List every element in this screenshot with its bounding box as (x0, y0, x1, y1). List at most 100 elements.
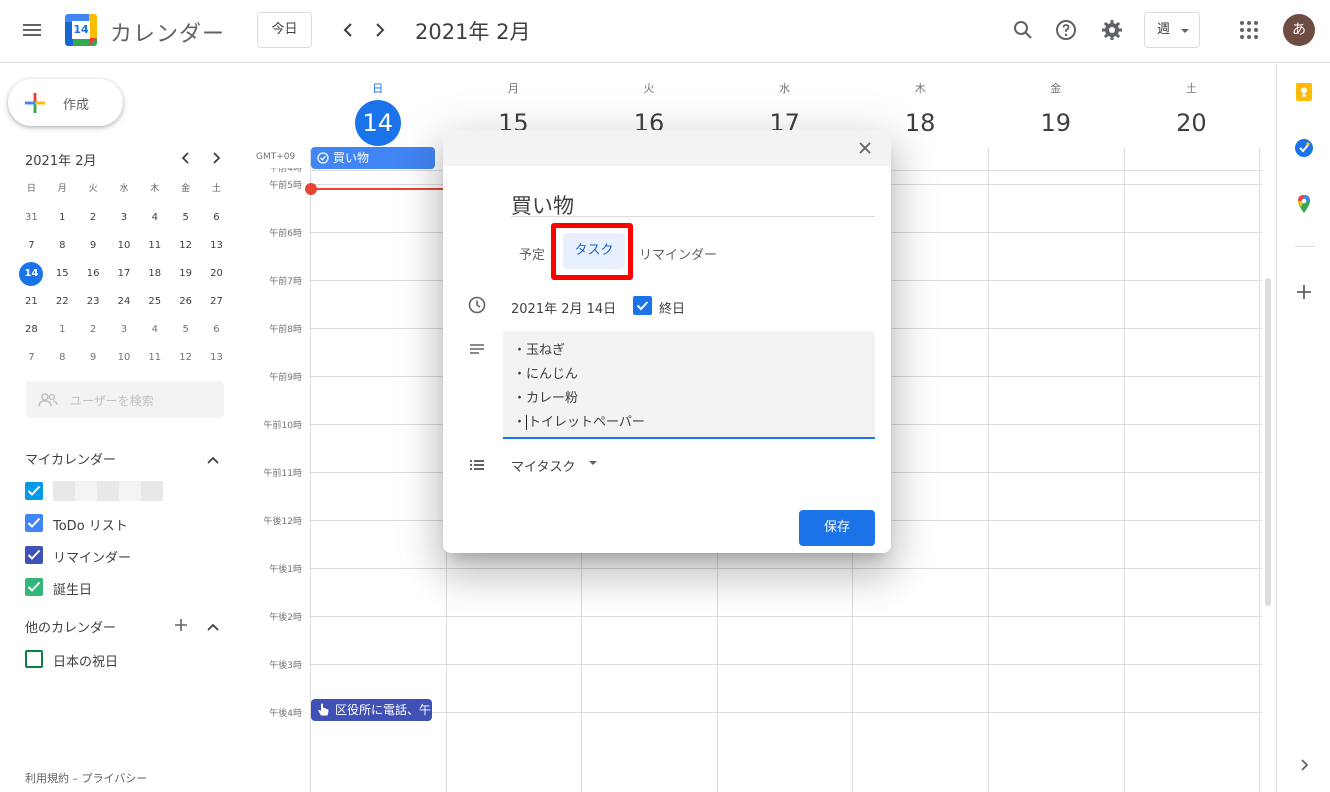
reminder-event-chip[interactable]: 区役所に電話、午 (311, 699, 432, 721)
calendar-item[interactable]: 日本の祝日 (25, 649, 225, 670)
mini-calendar-day[interactable]: 11 (139, 344, 170, 372)
help-icon[interactable] (1054, 18, 1078, 42)
calendar-checkbox[interactable] (25, 482, 43, 500)
mini-calendar-day[interactable]: 1 (47, 316, 78, 344)
mini-calendar-prev-button[interactable] (178, 150, 194, 166)
calendar-item[interactable]: ToDo リスト (25, 513, 225, 534)
mini-calendar-day[interactable]: 1 (47, 204, 78, 232)
next-week-button[interactable] (366, 16, 394, 44)
search-people-input[interactable]: ユーザーを検索 (26, 381, 224, 418)
tab-event[interactable]: 予定 (519, 244, 545, 263)
mini-calendar-day[interactable]: 27 (201, 288, 232, 316)
calendar-logo-icon[interactable]: 14 (65, 14, 97, 46)
mini-calendar-day[interactable]: 4 (139, 204, 170, 232)
expand-panel-chevron-icon[interactable] (1294, 755, 1314, 775)
day-date-number[interactable]: 19 (1033, 100, 1079, 146)
task-list-dropdown[interactable]: マイタスク (511, 456, 575, 475)
mini-calendar-day[interactable]: 7 (16, 232, 47, 260)
mini-calendar-day-number: 9 (89, 352, 97, 363)
calendar-item[interactable]: 誕生日 (25, 577, 225, 598)
mini-calendar-day[interactable]: 24 (109, 288, 140, 316)
mini-calendar-day[interactable]: 4 (139, 316, 170, 344)
keep-icon[interactable] (1294, 82, 1314, 102)
caret-down-icon[interactable] (589, 461, 597, 465)
mini-calendar-day[interactable]: 18 (139, 260, 170, 288)
mini-calendar-day[interactable]: 7 (16, 344, 47, 372)
view-switcher-dropdown[interactable]: 週 (1144, 12, 1200, 48)
mini-calendar-day[interactable]: 25 (139, 288, 170, 316)
mini-calendar-day[interactable]: 17 (109, 260, 140, 288)
day-date-number[interactable]: 20 (1168, 100, 1214, 146)
tasks-icon[interactable] (1294, 138, 1314, 158)
apps-grid-icon[interactable] (1237, 18, 1261, 42)
calendar-item[interactable]: リマインダー (25, 545, 225, 566)
my-calendars-collapse-icon[interactable] (206, 452, 220, 466)
account-avatar[interactable]: あ (1283, 14, 1315, 46)
mini-calendar-day[interactable]: 2 (78, 204, 109, 232)
calendar-checkbox[interactable] (25, 514, 43, 532)
mini-calendar-today[interactable]: 14 (16, 260, 47, 288)
mini-calendar-day[interactable]: 11 (139, 232, 170, 260)
mini-calendar-day[interactable]: 10 (109, 344, 140, 372)
main-menu-icon[interactable] (22, 21, 42, 37)
mini-calendar-day[interactable]: 6 (201, 204, 232, 232)
other-calendars-title[interactable]: 他のカレンダー (25, 617, 116, 636)
mini-calendar-day[interactable]: 15 (47, 260, 78, 288)
day-header[interactable]: 土 20 (1124, 64, 1260, 148)
day-header[interactable]: 金 19 (988, 64, 1124, 148)
mini-calendar-day[interactable]: 3 (109, 316, 140, 344)
all-day-label[interactable]: 終日 (659, 298, 685, 317)
tab-reminder[interactable]: リマインダー (639, 244, 717, 263)
all-day-checkbox[interactable] (633, 296, 652, 315)
mini-calendar-day[interactable]: 22 (47, 288, 78, 316)
calendar-checkbox[interactable] (25, 650, 43, 668)
mini-calendar-day[interactable]: 31 (16, 204, 47, 232)
mini-calendar-next-button[interactable] (208, 150, 224, 166)
my-calendars-title[interactable]: マイカレンダー (25, 449, 116, 468)
calendar-checkbox[interactable] (25, 546, 43, 564)
mini-calendar-day[interactable]: 12 (170, 232, 201, 260)
mini-calendar-day[interactable]: 10 (109, 232, 140, 260)
calendar-checkbox[interactable] (25, 578, 43, 596)
search-icon[interactable] (1011, 18, 1035, 42)
add-calendar-plus-icon[interactable] (174, 617, 188, 631)
mini-calendar-day[interactable]: 28 (16, 316, 47, 344)
mini-calendar-day[interactable]: 12 (170, 344, 201, 372)
day-date-number[interactable]: 18 (897, 100, 943, 146)
mini-calendar-day[interactable]: 5 (170, 204, 201, 232)
day-header[interactable]: 日 14 (310, 64, 446, 148)
create-button[interactable]: 作成 (8, 79, 123, 126)
mini-calendar-day[interactable]: 9 (78, 344, 109, 372)
mini-calendar-day[interactable]: 19 (170, 260, 201, 288)
mini-calendar-day[interactable]: 3 (109, 204, 140, 232)
dialog-drag-handle[interactable] (443, 130, 891, 166)
mini-calendar-day[interactable]: 26 (170, 288, 201, 316)
maps-pin-icon[interactable] (1294, 194, 1314, 214)
mini-calendar-day[interactable]: 2 (78, 316, 109, 344)
save-button[interactable]: 保存 (799, 510, 875, 546)
description-textarea[interactable]: ・玉ねぎ ・にんじん ・カレー粉・トイレットペーパー (503, 331, 875, 439)
mini-calendar-day[interactable]: 20 (201, 260, 232, 288)
mini-calendar-day[interactable]: 13 (201, 344, 232, 372)
mini-calendar-day[interactable]: 8 (47, 344, 78, 372)
mini-calendar-day[interactable]: 9 (78, 232, 109, 260)
mini-calendar-day[interactable]: 23 (78, 288, 109, 316)
add-addon-plus-icon[interactable] (1294, 282, 1314, 302)
grid-scrollbar[interactable] (1265, 278, 1271, 606)
close-icon[interactable] (857, 140, 873, 156)
settings-gear-icon[interactable] (1100, 18, 1124, 42)
mini-calendar-day[interactable]: 6 (201, 316, 232, 344)
allday-task-chip[interactable]: 買い物 (311, 147, 435, 169)
today-date-number[interactable]: 14 (354, 100, 401, 146)
calendar-item[interactable] (25, 481, 225, 501)
mini-calendar-day[interactable]: 8 (47, 232, 78, 260)
previous-week-button[interactable] (334, 16, 362, 44)
today-button[interactable]: 今日 (257, 12, 312, 48)
mini-calendar-day[interactable]: 21 (16, 288, 47, 316)
mini-calendar-day[interactable]: 13 (201, 232, 232, 260)
mini-calendar-day[interactable]: 5 (170, 316, 201, 344)
other-calendars-collapse-icon[interactable] (206, 619, 220, 633)
footer-links[interactable]: 利用規約 – プライバシー (25, 770, 147, 786)
mini-calendar-day[interactable]: 16 (78, 260, 109, 288)
task-date-button[interactable]: 2021年 2月 14日 (511, 298, 616, 317)
